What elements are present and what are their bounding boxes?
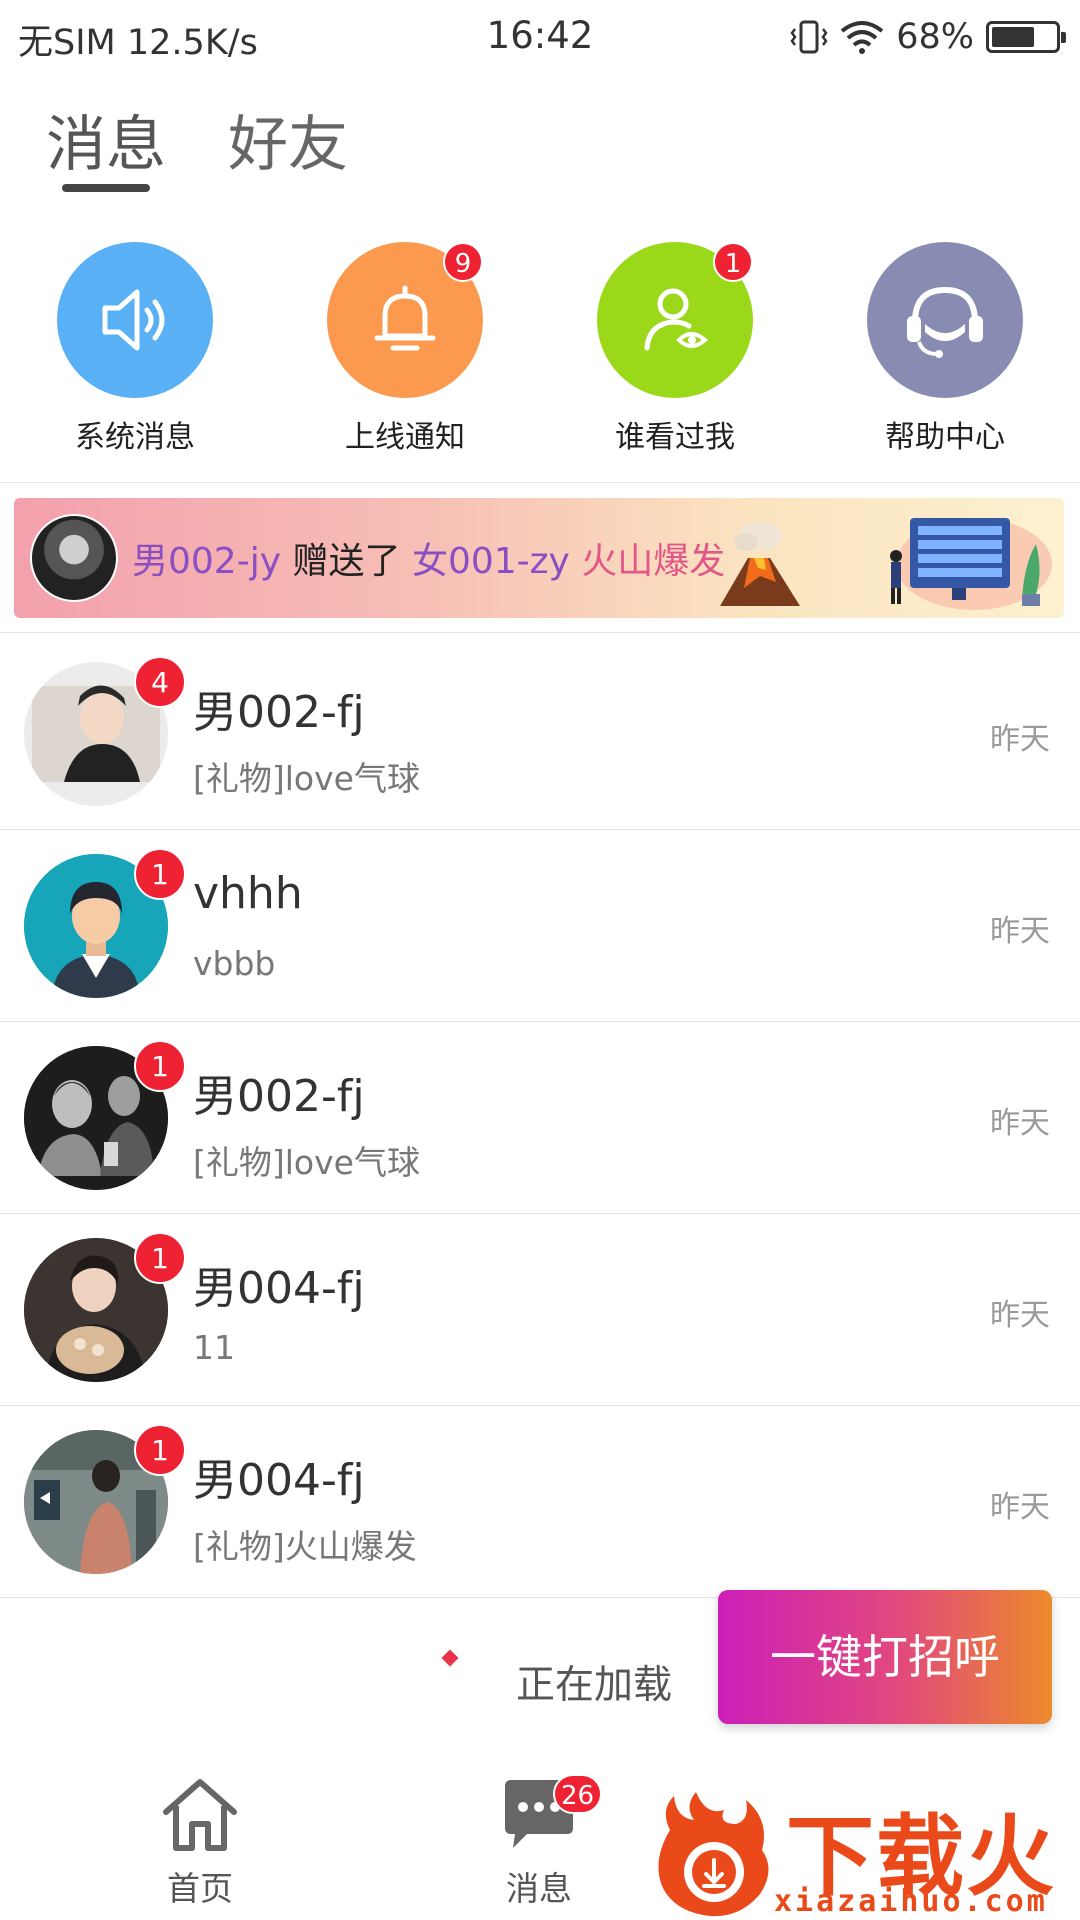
message-preview: vbbb — [193, 944, 276, 983]
shortcut-circle — [57, 242, 213, 398]
shortcut-label: 帮助中心 — [885, 420, 1005, 455]
nav-label: 消息 — [506, 1869, 572, 1908]
message-time: 昨天 — [990, 914, 1050, 949]
message-time: 昨天 — [990, 1106, 1050, 1141]
volcano-icon — [720, 522, 800, 606]
user-eye-icon — [644, 288, 709, 351]
watermark-url: xiazaihuo.com — [774, 1884, 1048, 1919]
watermark: 下载火 xiazaihuo.com — [640, 1780, 1080, 1920]
loading-text: 正在加载 — [516, 1663, 673, 1708]
loading-spinner — [441, 1649, 459, 1667]
message-time: 昨天 — [990, 1298, 1050, 1333]
shortcut-circle: 1 — [597, 242, 753, 398]
banner-sender: 男002-jy — [132, 541, 282, 582]
bell-icon — [374, 285, 436, 351]
contact-name: 男002-fj — [193, 1071, 365, 1122]
message-preview: 11 — [193, 1328, 235, 1367]
nav-item-home[interactable]: 首页 — [120, 1774, 280, 1910]
message-time: 昨天 — [990, 1490, 1050, 1525]
vibrate-icon — [790, 20, 828, 54]
speaker-icon — [102, 289, 165, 351]
notification-badge: 1 — [713, 242, 753, 282]
banner-verb: 赠送了 — [292, 541, 401, 582]
conversation-item[interactable]: 1 男004-fj [礼物]火山爆发 昨天 — [0, 1406, 1080, 1598]
shortcut-label: 系统消息 — [75, 420, 195, 455]
banner-text: 男002-jy 赠送了 女001-zy 火山爆发 — [132, 532, 725, 584]
status-bar: 无SIM 12.5K/s 16:42 68% — [0, 0, 1080, 76]
contact-name: 男004-fj — [193, 1455, 365, 1506]
home-icon — [163, 1779, 237, 1851]
battery-percent: 68% — [896, 17, 974, 57]
headset-icon — [907, 286, 983, 358]
section-divider — [0, 482, 1080, 483]
unread-badge: 1 — [134, 1424, 186, 1476]
tab-messages[interactable]: 消息 — [46, 96, 166, 183]
message-preview: [礼物]love气球 — [193, 759, 420, 798]
flame-logo-icon — [658, 1792, 769, 1917]
section-divider — [0, 632, 1080, 633]
battery-level — [992, 27, 1034, 47]
unread-badge: 1 — [134, 1040, 186, 1092]
unread-badge: 1 — [134, 1232, 186, 1284]
status-right: 68% — [790, 14, 1066, 60]
tab-friends[interactable]: 好友 — [228, 96, 348, 183]
unread-badge: 4 — [134, 656, 186, 708]
shortcut-row: 系统消息 9 上线通知 1 谁看过我 帮助中心 — [0, 242, 1080, 455]
gift-broadcast-banner[interactable]: 男002-jy 赠送了 女001-zy 火山爆发 — [14, 498, 1064, 618]
message-time: 昨天 — [990, 722, 1050, 757]
contact-name: vhhh — [193, 868, 303, 919]
notification-badge: 9 — [443, 242, 483, 282]
message-preview: [礼物]love气球 — [193, 1143, 420, 1182]
conversation-item[interactable]: 1 男002-fj [礼物]love气球 昨天 — [0, 1022, 1080, 1214]
sender-avatar — [30, 514, 118, 602]
banner-receiver: 女001-zy — [411, 541, 570, 582]
shortcut-system-messages[interactable]: 系统消息 — [15, 242, 255, 456]
shortcut-help-center[interactable]: 帮助中心 — [825, 242, 1065, 456]
conversation-item[interactable]: 1 男004-fj 11 昨天 — [0, 1214, 1080, 1406]
unread-badge: 1 — [134, 848, 186, 900]
conversation-item[interactable]: 4 男002-fj [礼物]love气球 昨天 — [0, 638, 1080, 830]
greet-all-button[interactable]: 一键打招呼 — [718, 1590, 1052, 1724]
nav-label: 首页 — [167, 1869, 233, 1908]
shortcut-who-viewed-me[interactable]: 1 谁看过我 — [555, 242, 795, 456]
wifi-icon — [840, 21, 884, 54]
shortcut-circle — [867, 242, 1023, 398]
contact-name: 男004-fj — [193, 1263, 365, 1314]
conversation-item[interactable]: 1 vhhh vbbb 昨天 — [0, 830, 1080, 1022]
unread-count-badge: 26 — [553, 1774, 603, 1814]
shortcut-label: 上线通知 — [345, 420, 465, 455]
dashboard-illustration — [890, 518, 1052, 610]
battery-icon — [986, 21, 1066, 53]
active-tab-indicator — [62, 184, 150, 192]
nav-item-messages[interactable]: 消息 26 — [459, 1774, 619, 1910]
top-tabs: 消息 好友 — [46, 96, 348, 183]
shortcut-online-notice[interactable]: 9 上线通知 — [285, 242, 525, 456]
message-preview: [礼物]火山爆发 — [193, 1527, 417, 1566]
message-list: 4 男002-fj [礼物]love气球 昨天 1 vhhh vbbb 昨天 1… — [0, 638, 1080, 1598]
banner-gift: 火山爆发 — [581, 541, 726, 582]
shortcut-label: 谁看过我 — [615, 420, 735, 455]
contact-name: 男002-fj — [193, 687, 365, 738]
shortcut-circle: 9 — [327, 242, 483, 398]
